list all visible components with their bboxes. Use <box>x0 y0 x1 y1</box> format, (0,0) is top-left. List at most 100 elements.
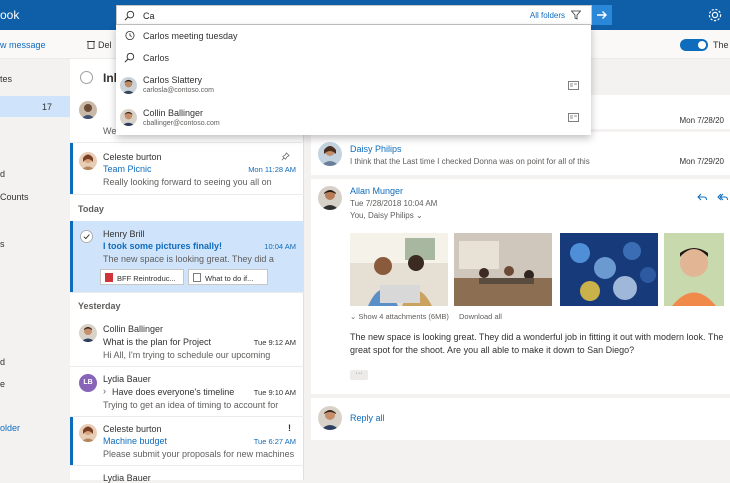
list-item[interactable]: Celeste burton ! Machine budget Tue 6:27… <box>70 417 304 466</box>
attachment-photo[interactable] <box>454 233 552 306</box>
gear-icon[interactable] <box>706 6 724 24</box>
unread-bar <box>70 417 73 465</box>
sender-name[interactable]: Daisy Philips <box>350 144 402 154</box>
selected-bar <box>70 221 73 292</box>
recipients: You, Daisy Philips <box>350 211 414 220</box>
search-suggestions: Carlos meeting tuesday Carlos Carlos Sla… <box>116 25 591 135</box>
attachment-chip[interactable]: BFF Reintroduc... <box>100 269 184 285</box>
toggle-label: The <box>713 40 729 50</box>
timestamp: Mon 11:28 AM <box>248 165 296 174</box>
search-box[interactable]: All folders <box>116 5 592 25</box>
app-brand[interactable]: ook <box>0 8 19 22</box>
attachment-photo[interactable] <box>664 233 724 306</box>
unread-bar <box>70 143 73 194</box>
timestamp: Tue 6:27 AM <box>253 437 296 446</box>
message-card-daisy[interactable]: Daisy Philips I think that the Last time… <box>311 132 730 175</box>
focused-toggle[interactable] <box>680 39 708 51</box>
preview: The new space is looking great. They did… <box>103 254 274 264</box>
delete-button[interactable]: Del <box>98 40 112 50</box>
show-more-button[interactable]: ··· <box>350 370 368 380</box>
preview: Hi All, I'm trying to schedule our upcom… <box>103 350 271 360</box>
message-body-line: great spot for the shoot. Are you all ab… <box>350 345 635 355</box>
pin-icon[interactable] <box>281 152 290 161</box>
suggestion-search[interactable]: Carlos <box>116 47 591 69</box>
message-body-line: The new space is looking great. They did… <box>350 332 724 342</box>
avatar <box>120 77 137 94</box>
sender-name: Collin Ballinger <box>103 324 164 334</box>
unread-count: 17 <box>41 102 52 112</box>
timestamp: Tue 9:12 AM <box>253 338 296 347</box>
pdf-file-icon <box>105 273 113 282</box>
sender-name: Celeste burton <box>103 152 162 162</box>
new-message-button[interactable]: w message <box>0 40 46 50</box>
message-snippet: I think that the Last time I checked Don… <box>350 157 590 166</box>
avatar <box>318 406 342 430</box>
select-all-checkbox[interactable] <box>80 71 93 84</box>
suggestion-history[interactable]: Carlos meeting tuesday <box>116 25 591 47</box>
contact-card-icon[interactable] <box>568 81 579 90</box>
avatar <box>79 324 97 342</box>
list-item[interactable]: Henry Brill I took some pictures finally… <box>70 221 304 293</box>
sender-name[interactable]: Allan Munger <box>350 186 403 196</box>
sidebar-item-favorites[interactable]: tes <box>0 74 12 84</box>
list-item[interactable]: Celeste burton Team Picnic Mon 11:28 AM … <box>70 143 304 195</box>
reply-all-icon[interactable] <box>717 191 729 203</box>
list-item[interactable]: Lydia Bauer <box>70 466 304 483</box>
avatar <box>318 186 342 210</box>
chevron-right-icon[interactable]: › <box>103 386 106 396</box>
timestamp: Tue 9:10 AM <box>253 388 296 397</box>
sidebar-item-d[interactable]: d <box>0 169 5 179</box>
avatar <box>79 101 97 119</box>
search-icon <box>124 52 135 63</box>
avatar <box>120 109 137 126</box>
preview: Trying to get an idea of timing to accou… <box>103 400 279 410</box>
preview: Really looking forward to seeing you all… <box>103 177 272 187</box>
sidebar-item-d2[interactable]: d <box>0 357 5 367</box>
sender-name: Celeste burton <box>103 424 162 434</box>
reply-icon[interactable] <box>696 191 708 203</box>
attachment-photo[interactable] <box>560 233 658 306</box>
subject: Team Picnic <box>103 164 152 174</box>
avatar <box>79 424 97 442</box>
timestamp: 10:04 AM <box>264 242 296 251</box>
avatar-initials: LB <box>79 374 97 392</box>
subject: Have does everyone's timeline <box>112 387 235 397</box>
sidebar-item-s[interactable]: s <box>0 239 5 249</box>
contact-card-icon[interactable] <box>568 113 579 122</box>
subject: I took some pictures finally! <box>103 241 223 251</box>
selected-check-icon[interactable] <box>80 230 93 243</box>
sidebar-item-counts[interactable]: Counts <box>0 192 29 202</box>
reply-all-button[interactable]: Reply all <box>350 413 385 423</box>
arrow-right-icon <box>597 11 607 19</box>
download-all-link[interactable]: Download all <box>459 312 502 321</box>
avatar <box>318 142 342 166</box>
sender-name: Lydia Bauer <box>103 473 151 483</box>
show-attachments-link[interactable]: ⌄ Show 4 attachments (6MB) <box>350 312 449 321</box>
suggestion-person[interactable]: Carlos Slattery carlosla@contoso.com <box>116 71 591 101</box>
sender-name: Henry Brill <box>103 229 145 239</box>
subject: Machine budget <box>103 436 168 446</box>
search-submit-button[interactable] <box>592 5 612 25</box>
folder-title: Inl <box>103 71 117 85</box>
list-item[interactable]: Collin Ballinger What is the plan for Pr… <box>70 318 304 367</box>
history-icon <box>125 30 135 41</box>
attachment-photo[interactable] <box>350 233 448 306</box>
search-scope-dropdown[interactable]: All folders <box>530 11 565 20</box>
folder-sidebar: tes 17 d Counts s d e older <box>0 59 70 480</box>
sender-name: Lydia Bauer <box>103 374 151 384</box>
importance-icon[interactable]: ! <box>288 423 291 433</box>
search-icon <box>124 10 135 21</box>
group-header-yesterday: Yesterday <box>78 301 121 311</box>
filter-icon[interactable] <box>571 10 581 20</box>
suggestion-person[interactable]: Collin Ballinger cballinger@contoso.com <box>116 103 591 133</box>
delete-icon[interactable] <box>86 39 96 49</box>
preview: Please submit your proposals for new mac… <box>103 449 295 459</box>
sidebar-item-inbox[interactable]: 17 <box>0 96 70 117</box>
sidebar-item-e[interactable]: e <box>0 379 5 389</box>
list-item[interactable]: LB Lydia Bauer › Have does everyone's ti… <box>70 367 304 417</box>
chevron-down-icon[interactable]: ⌄ <box>416 211 423 220</box>
search-input[interactable] <box>143 9 523 22</box>
avatar <box>79 152 97 170</box>
new-folder-link[interactable]: older <box>0 423 20 433</box>
attachment-chip[interactable]: What to do if... <box>188 269 268 285</box>
